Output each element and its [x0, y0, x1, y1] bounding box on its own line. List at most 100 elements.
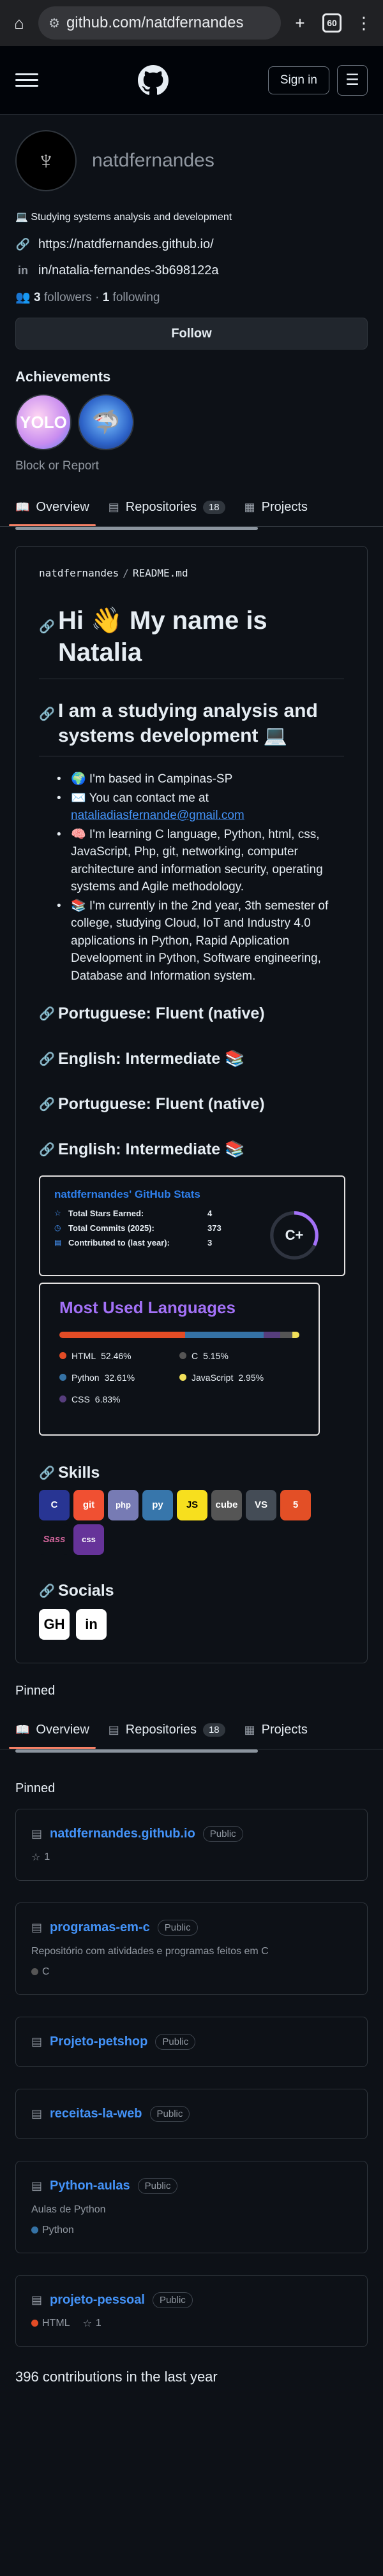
sass-icon[interactable]: Sass: [39, 1524, 70, 1555]
tab-label: Overview: [36, 500, 89, 514]
readme-path-user[interactable]: natdfernandes: [39, 567, 119, 579]
lang-segment-html: [59, 1331, 186, 1338]
followers-label[interactable]: followers: [44, 291, 92, 304]
repo-name-link[interactable]: programas-em-c: [50, 1920, 150, 1935]
stat-label: Total Commits (2025):: [68, 1223, 154, 1233]
tabs-scrollbar[interactable]: [0, 1749, 383, 1753]
anchor-link-icon[interactable]: 🔗: [39, 1096, 55, 1112]
tab-projects[interactable]: ▦ Projects: [244, 1711, 308, 1749]
anchor-link-icon[interactable]: 🔗: [39, 619, 55, 635]
pinned-repo-card: ▤ programas-em-c Public Repositório com at…: [15, 1902, 368, 1995]
book-icon: 📖: [15, 501, 30, 513]
top-languages-card[interactable]: Most Used Languages HTML 52.46% C 5.15% Py…: [39, 1282, 320, 1436]
address-bar[interactable]: ⚙ github.com/natdfernandes: [38, 6, 281, 40]
website-link[interactable]: https://natdfernandes.github.io/: [38, 237, 214, 252]
html5-icon[interactable]: 5: [280, 1489, 311, 1520]
tab-repositories[interactable]: ▤ Repositories 18: [109, 489, 225, 526]
home-icon[interactable]: ⌂: [6, 10, 32, 36]
repo-language: HTML: [31, 2318, 70, 2329]
repo-language: Python: [31, 2225, 74, 2236]
block-or-report-link[interactable]: Block or Report: [15, 459, 368, 473]
pinned-label: Pinned: [15, 1781, 56, 1795]
new-tab-icon[interactable]: +: [287, 10, 313, 36]
linkedin-row: in in/natalia-fernandes-3b698122a: [15, 263, 368, 278]
clock-icon: ◷: [54, 1223, 61, 1233]
tab-label: Repositories: [125, 1722, 197, 1737]
tab-overview[interactable]: 📖 Overview: [9, 489, 96, 526]
linkedin-link[interactable]: in/natalia-fernandes-3b698122a: [38, 263, 218, 278]
email-link[interactable]: nataliadiasfernande@gmail.com: [71, 809, 244, 822]
css-icon[interactable]: css: [73, 1524, 104, 1555]
anchor-link-icon[interactable]: 🔗: [39, 1051, 55, 1067]
anchor-link-icon[interactable]: 🔗: [39, 1465, 55, 1481]
top-langs-title: Most Used Languages: [59, 1297, 236, 1317]
hamburger-menu-icon[interactable]: [15, 73, 38, 87]
profile-tabs: 📖 Overview ▤ Repositories 18 ▦ Projects: [0, 489, 383, 527]
repo-name-link[interactable]: receitas-la-web: [50, 2107, 142, 2121]
anchor-link-icon[interactable]: 🔗: [39, 1142, 55, 1158]
lang-item: Python 32.61%: [59, 1373, 179, 1383]
repo-name-link[interactable]: Projeto-petshop: [50, 2035, 147, 2049]
pinned-repo-card: ▤ natdfernandes.github.io Public ☆ 1: [15, 1808, 368, 1881]
tab-switcher-button[interactable]: 60: [319, 10, 345, 36]
sticky-profile-tabs: 📖 Overview ▤ Repositories 18 ▦ Projects: [0, 1711, 383, 1749]
pinned-repo-card: ▤ projeto-pessoal Public HTML ☆ 1: [15, 2274, 368, 2347]
site-settings-icon[interactable]: ⚙: [49, 15, 60, 31]
github-social-icon[interactable]: GH: [39, 1608, 70, 1640]
php-icon[interactable]: php: [108, 1489, 139, 1520]
yolo-achievement-badge[interactable]: YOLO: [15, 394, 71, 450]
lang-segment-css: [263, 1331, 280, 1338]
language-heading: English: Intermediate 📚: [58, 1140, 245, 1158]
javascript-icon[interactable]: JS: [177, 1489, 207, 1520]
stat-value: 4: [207, 1208, 213, 1218]
lang-segment-js: [292, 1331, 299, 1338]
visibility-badge: Public: [137, 2177, 178, 2194]
repo-icon: ▤: [54, 1238, 62, 1248]
linkedin-social-icon[interactable]: in: [76, 1608, 107, 1640]
stars-count[interactable]: ☆ 1: [83, 2317, 101, 2330]
lang-segment-python: [185, 1331, 264, 1338]
tabs-scrollbar[interactable]: [0, 527, 383, 531]
visibility-badge: Public: [149, 2105, 190, 2122]
vscode-icon[interactable]: VS: [246, 1489, 276, 1520]
list-item: 🌍 I'm based in Campinas-SP: [57, 770, 344, 788]
github-logo-icon[interactable]: [137, 64, 169, 96]
readme-path-file[interactable]: README.md: [133, 567, 188, 579]
followers-count[interactable]: 3: [34, 291, 41, 304]
follow-button[interactable]: Follow: [15, 318, 368, 350]
repo-icon: ▤: [108, 1723, 119, 1736]
tab-overview[interactable]: 📖 Overview: [9, 1711, 96, 1749]
achievements-title: Achievements: [15, 369, 111, 385]
tab-projects[interactable]: ▦ Projects: [244, 489, 308, 526]
pull-shark-achievement-badge[interactable]: 🦈: [78, 394, 134, 450]
more-menu-icon[interactable]: ⋮: [351, 10, 377, 36]
python-icon[interactable]: py: [142, 1489, 173, 1520]
repo-language: C: [31, 1966, 50, 1978]
repo-description: Aulas de Python: [31, 2204, 106, 2215]
c-language-icon[interactable]: C: [39, 1489, 70, 1520]
anchor-link-icon[interactable]: 🔗: [39, 1583, 55, 1599]
anchor-link-icon[interactable]: 🔗: [39, 706, 55, 722]
box-cube-icon[interactable]: cube: [211, 1489, 242, 1520]
star-icon: ☆: [82, 2318, 92, 2329]
sign-in-button[interactable]: Sign in: [267, 66, 329, 94]
repo-name-link[interactable]: projeto-pessoal: [50, 2293, 145, 2307]
repo-icon: ▤: [108, 501, 119, 513]
repo-counter: 18: [202, 1723, 225, 1737]
anchor-link-icon[interactable]: 🔗: [39, 1006, 55, 1022]
tab-label: Repositories: [125, 500, 197, 514]
profile-sidebar: ♆ natdfernandes 💻 Studying systems analy…: [0, 115, 383, 489]
repo-name-link[interactable]: natdfernandes.github.io: [50, 1827, 195, 1841]
github-stats-card[interactable]: natdfernandes' GitHub Stats ☆ Total Stars…: [39, 1175, 345, 1276]
avatar[interactable]: ♆: [15, 130, 77, 191]
following-label[interactable]: following: [113, 291, 160, 304]
lang-item: JavaScript 2.95%: [179, 1373, 299, 1383]
tab-repositories[interactable]: ▤ Repositories 18: [109, 1711, 225, 1749]
sliders-icon[interactable]: ☰: [336, 64, 368, 96]
git-icon[interactable]: git: [73, 1489, 104, 1520]
stars-count[interactable]: ☆ 1: [31, 1851, 50, 1864]
repo-name-link[interactable]: Python-aulas: [50, 2179, 130, 2193]
following-count[interactable]: 1: [103, 291, 110, 304]
repo-description: Repositório com atividades e programas f…: [31, 1945, 269, 1957]
contributions-heading: 396 contributions in the last year: [15, 2368, 218, 2385]
